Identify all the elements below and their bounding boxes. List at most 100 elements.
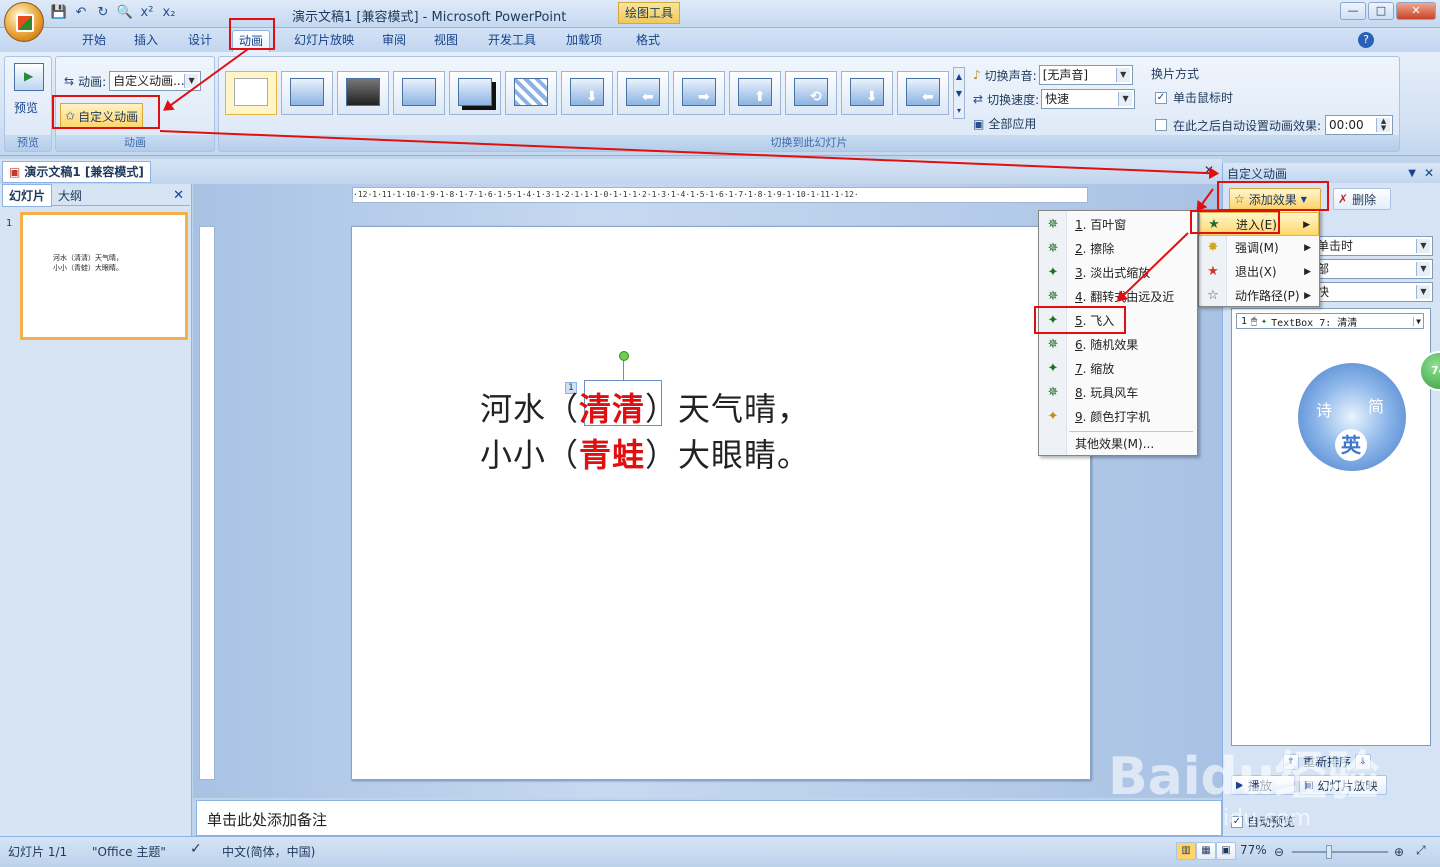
- effect-item[interactable]: ✦ 3. 淡出式缩放: [1039, 261, 1197, 285]
- tab-outline[interactable]: 大纲: [52, 185, 88, 206]
- transition-none[interactable]: [225, 71, 277, 115]
- tab-view[interactable]: 视图: [428, 30, 464, 52]
- transition-wipe-up[interactable]: ⬆: [729, 71, 781, 115]
- tab-slideshow[interactable]: 幻灯片放映: [288, 30, 360, 52]
- tab-insert[interactable]: 插入: [128, 30, 164, 52]
- effect-item[interactable]: ✵ 6. 随机效果: [1039, 333, 1197, 357]
- sorter-view-button[interactable]: ▦: [1196, 842, 1216, 860]
- effect-label: 随机效果: [1090, 338, 1139, 352]
- tab-slides[interactable]: 幻灯片: [2, 184, 53, 207]
- transition-push-down[interactable]: ⬇: [841, 71, 893, 115]
- highlight-entrance: [1190, 210, 1280, 234]
- tab-addins[interactable]: 加载项: [560, 30, 608, 52]
- menu-emphasis[interactable]: ✸ 强调(M) ▶: [1199, 236, 1319, 260]
- speed-dropdown[interactable]: 快 ▼: [1313, 282, 1433, 302]
- transition-cut-black[interactable]: [449, 71, 501, 115]
- effect-item[interactable]: ✵ 8. 玩具风车: [1039, 381, 1197, 405]
- transition-split[interactable]: ⟲: [785, 71, 837, 115]
- undo-icon[interactable]: ↶: [72, 4, 90, 22]
- normal-view-button[interactable]: ▥: [1176, 842, 1196, 860]
- transition-cut[interactable]: [393, 71, 445, 115]
- notes-input[interactable]: 单击此处添加备注: [196, 800, 1222, 836]
- gallery-scroll[interactable]: ▲ ▼ ▾: [953, 67, 965, 119]
- highlight-custom-animation: [52, 95, 160, 129]
- zoom-in-icon[interactable]: ⊕: [1394, 845, 1404, 859]
- transition-wipe-left[interactable]: ⬅: [617, 71, 669, 115]
- effect-item[interactable]: ✦ 9. 颜色打字机: [1039, 405, 1197, 429]
- slideshow-view-button[interactable]: ▣: [1216, 842, 1236, 860]
- emphasis-icon: ✸: [1207, 240, 1219, 255]
- document-tab[interactable]: ▣ 演示文稿1 [兼容模式]: [2, 161, 151, 183]
- transition-fade-smooth[interactable]: [281, 71, 333, 115]
- more-effects-item[interactable]: 其他效果(M)...: [1039, 432, 1197, 456]
- transition-preview: ➡: [682, 78, 716, 106]
- tab-review[interactable]: 审阅: [376, 30, 412, 52]
- transition-preview: ⬅: [906, 78, 940, 106]
- spellcheck-icon[interactable]: ✓: [190, 841, 202, 857]
- slide-thumbnail[interactable]: 河水（清清）天气晴， 小小（青蛙）大眼睛。: [20, 212, 188, 340]
- slide-canvas[interactable]: [351, 226, 1091, 780]
- print-preview-icon[interactable]: 🔍: [116, 4, 134, 22]
- on-click-checkbox[interactable]: ✓: [1155, 91, 1167, 104]
- tab-format[interactable]: 格式: [630, 30, 666, 52]
- close-pane-icon[interactable]: ✕: [173, 188, 184, 203]
- direction-dropdown[interactable]: 部 ▼: [1313, 259, 1433, 279]
- fit-window-icon[interactable]: ⤢: [1416, 843, 1426, 858]
- delete-button[interactable]: ✗ 删除: [1333, 188, 1391, 210]
- sound-dropdown[interactable]: [无声音] ▼: [1038, 65, 1133, 85]
- effect-item[interactable]: ✵ 1. 百叶窗: [1039, 213, 1197, 237]
- transition-preview: [290, 78, 324, 106]
- menu-motion-path[interactable]: ☆ 动作路径(P) ▶: [1199, 284, 1319, 308]
- close-pane-icon[interactable]: ✕: [1424, 166, 1434, 180]
- chevron-down-icon: ▼: [1416, 239, 1430, 253]
- zoom-out-icon[interactable]: ⊖: [1274, 845, 1284, 859]
- mouse-icon: 🖱: [1251, 315, 1258, 327]
- zoom-slider[interactable]: [1292, 851, 1388, 853]
- ribbon: ▶ 预览 预览 ⇆ 动画: 自定义动画... ▼ ✩ 自定义动画 动画 ⬇ ⬅ ➡…: [0, 52, 1440, 156]
- view-buttons: ▥ ▦ ▣: [1176, 842, 1236, 860]
- tab-developer[interactable]: 开发工具: [482, 30, 542, 52]
- start-dropdown[interactable]: 单击时 ▼: [1313, 236, 1433, 256]
- delete-label: 删除: [1352, 192, 1377, 207]
- subscript-icon[interactable]: x₂: [160, 4, 178, 22]
- effect-number: 3: [1075, 266, 1083, 280]
- animation-list-item[interactable]: 1 🖱 ✦ TextBox 7: 清清 ▼: [1236, 313, 1424, 329]
- maximize-button[interactable]: □: [1368, 2, 1394, 20]
- line1-word[interactable]: 清清: [579, 390, 645, 428]
- transition-wipe-down[interactable]: ⬇: [561, 71, 613, 115]
- close-button[interactable]: ✕: [1396, 2, 1436, 20]
- speed-dropdown[interactable]: 快速 ▼: [1041, 89, 1136, 109]
- apply-all-button[interactable]: ▣ 全部应用: [973, 115, 1036, 132]
- superscript-icon[interactable]: x²: [138, 4, 156, 22]
- transition-wipe-right[interactable]: ➡: [673, 71, 725, 115]
- tab-home[interactable]: 开始: [76, 30, 112, 52]
- highlight-add-effect: [1217, 181, 1329, 211]
- auto-advance-checkbox[interactable]: [1155, 119, 1167, 131]
- office-button[interactable]: [4, 2, 44, 42]
- zoom-thumb[interactable]: [1326, 845, 1332, 859]
- save-icon[interactable]: 💾: [50, 4, 68, 22]
- help-icon[interactable]: ?: [1358, 32, 1374, 48]
- transition-push-left[interactable]: ⬅: [897, 71, 949, 115]
- preview-button[interactable]: 预览: [14, 99, 38, 116]
- pane-menu-icon[interactable]: ▼: [1408, 168, 1416, 179]
- effect-item[interactable]: ✦ 7. 缩放: [1039, 357, 1197, 381]
- line2-word[interactable]: 青蛙: [579, 436, 645, 474]
- sound-icon: ♪: [973, 68, 981, 82]
- logo-char-1: 诗: [1316, 401, 1333, 420]
- animation-dropdown[interactable]: 自定义动画... ▼: [109, 71, 202, 91]
- transition-dissolve[interactable]: [505, 71, 557, 115]
- chevron-down-icon[interactable]: ▼: [1413, 316, 1423, 326]
- on-click-checkbox-row[interactable]: ✓ 单击鼠标时: [1155, 89, 1233, 106]
- redo-icon[interactable]: ↻: [94, 4, 112, 22]
- effect-item[interactable]: ✵ 2. 擦除: [1039, 237, 1197, 261]
- menu-exit[interactable]: ★ 退出(X) ▶: [1199, 260, 1319, 284]
- tab-design[interactable]: 设计: [182, 30, 218, 52]
- effect-label: 颜色打字机: [1090, 410, 1151, 424]
- transition-fade-black[interactable]: [337, 71, 389, 115]
- auto-advance-time[interactable]: 00:00 ▲ ▼: [1325, 115, 1394, 135]
- rotate-handle[interactable]: [619, 351, 629, 361]
- minimize-button[interactable]: —: [1340, 2, 1366, 20]
- effect-number: 9: [1075, 410, 1083, 424]
- ribbon-tabs: 开始 插入 设计 动画 幻灯片放映 审阅 视图 开发工具 加载项 格式 ?: [0, 28, 1440, 52]
